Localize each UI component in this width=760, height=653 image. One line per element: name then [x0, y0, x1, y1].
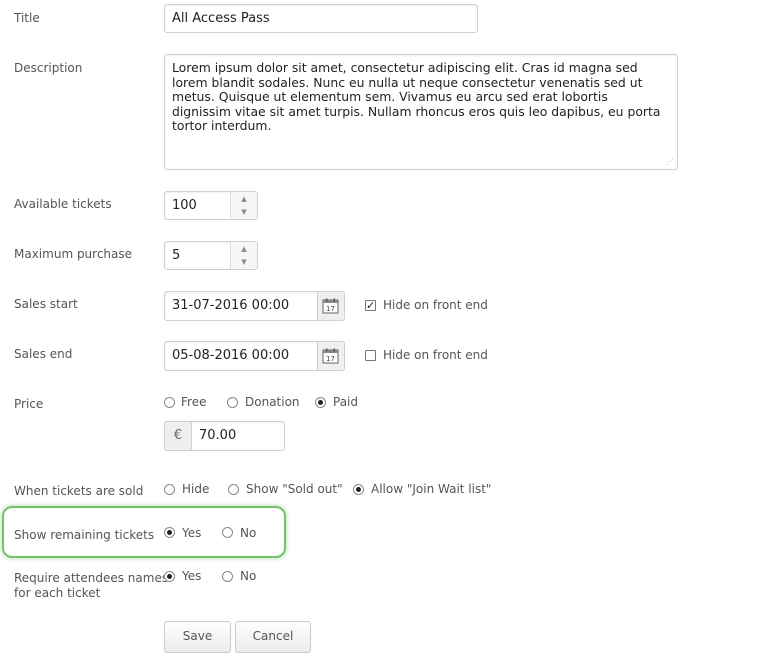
spinner-down-icon[interactable]: ▼: [231, 256, 257, 268]
resize-grip-icon[interactable]: ⋰: [666, 158, 757, 638]
sales-end-input[interactable]: 05-08-2016 00:00 17: [164, 341, 345, 371]
maximum-purchase-label: Maximum purchase: [14, 247, 133, 261]
cancel-button[interactable]: Cancel: [235, 621, 311, 653]
show-remaining-no-label: No: [240, 526, 257, 540]
currency-addon: €: [165, 422, 192, 450]
when-sold-hide-label: Hide: [182, 482, 210, 496]
calendar-icon: 17: [322, 348, 339, 364]
sales-start-value: 31-07-2016 00:00: [172, 298, 290, 313]
calendar-icon: 17: [322, 298, 339, 314]
price-donation-label: Donation: [245, 395, 300, 409]
sales-end-hide-label: Hide on front end: [383, 348, 488, 362]
require-names-no-radio[interactable]: [222, 571, 233, 582]
sales-end-calendar-button[interactable]: 17: [317, 342, 344, 370]
show-remaining-no-radio[interactable]: [222, 527, 233, 538]
available-tickets-label: Available tickets: [14, 197, 112, 211]
sales-end-hide-checkbox[interactable]: [365, 350, 376, 361]
price-free-radio[interactable]: [164, 397, 175, 408]
spinner-up-icon[interactable]: ▲: [231, 193, 257, 205]
title-label: Title: [14, 11, 40, 25]
available-tickets-input[interactable]: 100 ▲ ▼: [164, 191, 258, 220]
description-label: Description: [14, 61, 83, 75]
available-tickets-value: 100: [172, 198, 197, 213]
price-donation-radio[interactable]: [227, 397, 238, 408]
show-remaining-yes-label: Yes: [182, 526, 202, 540]
when-sold-waitlist-label: Allow "Join Wait list": [371, 482, 492, 496]
show-remaining-label: Show remaining tickets: [14, 528, 155, 542]
available-tickets-spinner[interactable]: ▲ ▼: [230, 192, 257, 219]
when-sold-soldout-radio[interactable]: [228, 484, 239, 495]
sales-start-calendar-button[interactable]: 17: [317, 292, 344, 320]
when-sold-label: When tickets are sold: [14, 484, 144, 498]
title-input[interactable]: All Access Pass: [164, 4, 478, 33]
sales-end-label: Sales end: [14, 347, 73, 361]
spinner-up-icon[interactable]: ▲: [231, 243, 257, 255]
sales-start-label: Sales start: [14, 297, 78, 311]
sales-end-value: 05-08-2016 00:00: [172, 348, 290, 363]
maximum-purchase-input[interactable]: 5 ▲ ▼: [164, 241, 258, 270]
sales-start-hide-label: Hide on front end: [383, 298, 488, 312]
require-names-yes-radio[interactable]: [164, 571, 175, 582]
svg-text:17: 17: [326, 305, 335, 313]
price-paid-radio[interactable]: [315, 397, 326, 408]
price-amount-input[interactable]: € 70.00: [164, 421, 285, 451]
price-free-label: Free: [181, 395, 207, 409]
maximum-purchase-value: 5: [172, 248, 181, 263]
sales-start-hide-checkbox[interactable]: ✓: [365, 300, 376, 311]
description-textarea[interactable]: Lorem ipsum dolor sit amet, consectetur …: [164, 54, 678, 170]
show-remaining-yes-radio[interactable]: [164, 527, 175, 538]
when-sold-hide-radio[interactable]: [164, 484, 175, 495]
maximum-purchase-spinner[interactable]: ▲ ▼: [230, 242, 257, 269]
require-names-yes-label: Yes: [182, 569, 202, 583]
when-sold-waitlist-radio[interactable]: [353, 484, 364, 495]
price-amount-value: 70.00: [199, 428, 237, 443]
sales-start-input[interactable]: 31-07-2016 00:00 17: [164, 291, 345, 321]
require-names-no-label: No: [240, 569, 257, 583]
when-sold-soldout-label: Show "Sold out": [246, 482, 343, 496]
require-names-label-line2: for each ticket: [14, 586, 101, 600]
price-paid-label: Paid: [333, 395, 359, 409]
svg-text:17: 17: [326, 355, 335, 363]
title-value: All Access Pass: [172, 11, 270, 26]
price-label: Price: [14, 397, 44, 411]
spinner-down-icon[interactable]: ▼: [231, 206, 257, 218]
require-names-label-line1: Require attendees names: [14, 571, 169, 585]
save-button[interactable]: Save: [164, 621, 231, 653]
